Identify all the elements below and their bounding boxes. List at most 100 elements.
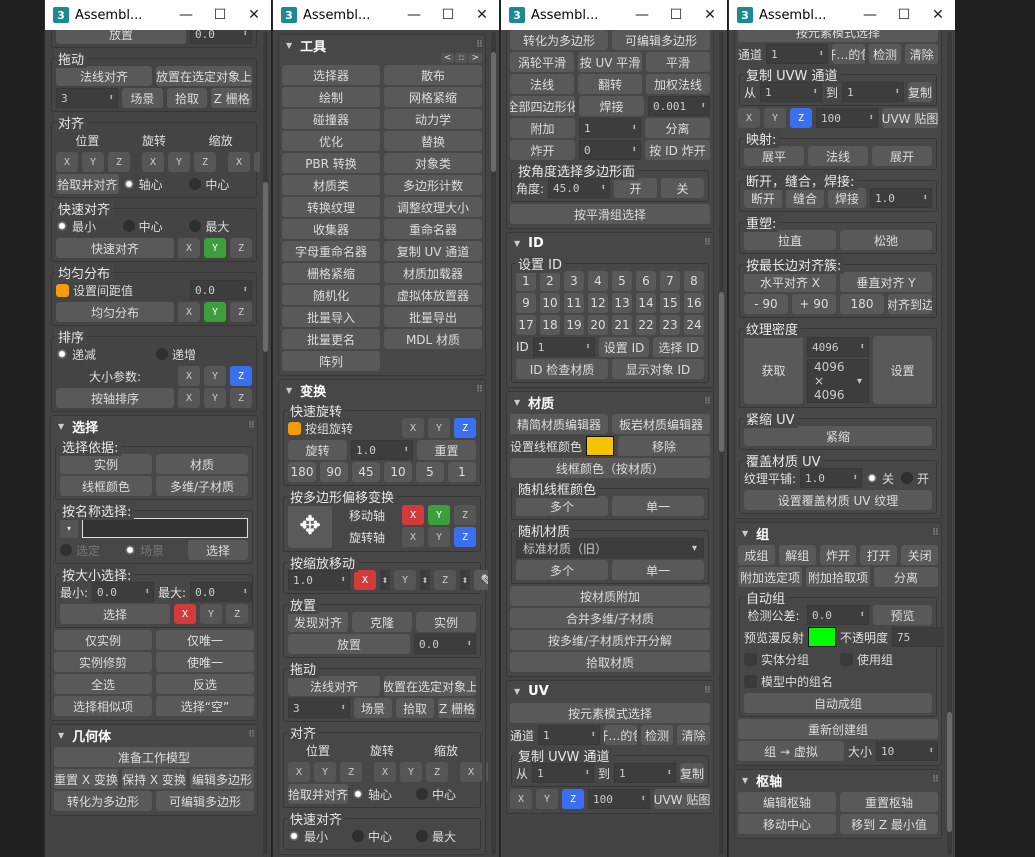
number-spinner[interactable]: 75 xyxy=(892,627,944,647)
button[interactable]: 分离 xyxy=(645,118,710,138)
button[interactable]: 选择 ID xyxy=(653,337,704,357)
button[interactable]: 1 xyxy=(516,271,536,291)
collapse-triangle-icon[interactable]: ▼ xyxy=(514,398,520,407)
move-icon[interactable]: ✥ xyxy=(288,504,332,548)
drag-grip-icon[interactable]: ⠿ xyxy=(704,686,711,696)
button[interactable]: 拉直 xyxy=(744,230,836,250)
button[interactable]: 按 ID 炸开 xyxy=(645,140,710,160)
dropdown-select[interactable]: 标准材质（旧） xyxy=(516,538,704,558)
button[interactable]: 材质加载器 xyxy=(384,263,482,283)
button[interactable]: 放置 xyxy=(288,634,410,654)
button[interactable]: 多维/子材质 xyxy=(156,476,248,496)
button[interactable]: 按多维/子材质炸开分解 xyxy=(510,630,710,650)
rollout-header[interactable]: ▼ 几何体 ⠿ xyxy=(54,725,255,745)
close-button[interactable]: ✕ xyxy=(921,7,955,23)
page-nav-button[interactable]: :: xyxy=(455,53,468,63)
scrollbar[interactable] xyxy=(947,32,952,855)
number-spinner[interactable]: 1 xyxy=(842,82,905,102)
button[interactable]: 21 xyxy=(612,315,632,335)
checkbox[interactable]: 模型中的组名 xyxy=(744,671,932,691)
button[interactable]: 组 → 虚拟 xyxy=(738,741,844,761)
button[interactable]: 焊接 xyxy=(828,188,866,208)
axis-y-toggle[interactable]: Y xyxy=(200,604,222,624)
close-button[interactable]: ✕ xyxy=(465,7,499,23)
radio-option[interactable]: 开 xyxy=(901,468,932,488)
button[interactable]: 法线对齐 xyxy=(288,676,380,696)
axis-x-toggle[interactable]: X xyxy=(354,570,376,590)
button[interactable]: 栅格紧缩 xyxy=(282,263,380,283)
collapse-triangle-icon[interactable]: ▼ xyxy=(514,239,520,248)
radio-option[interactable]: 最大 xyxy=(189,216,252,236)
button[interactable]: 20 xyxy=(588,315,608,335)
maximize-button[interactable]: ☐ xyxy=(431,7,465,23)
button[interactable]: 材质类 xyxy=(282,175,380,195)
scrollbar-thumb[interactable] xyxy=(491,52,496,172)
button[interactable]: 实例 xyxy=(416,612,476,632)
button[interactable]: 反选 xyxy=(156,674,254,694)
scrollbar-thumb[interactable] xyxy=(719,292,724,452)
axis-y-toggle[interactable]: Y xyxy=(536,789,558,809)
radio-option[interactable]: 最小 xyxy=(56,216,119,236)
number-spinner[interactable]: 10 xyxy=(876,741,938,761)
button[interactable]: 5 xyxy=(612,271,632,291)
number-spinner[interactable]: 1 xyxy=(760,82,823,102)
axis-z-toggle[interactable]: Z xyxy=(230,366,252,386)
number-spinner[interactable]: 0.0 xyxy=(190,30,252,44)
button[interactable]: 放置在选定对象上 xyxy=(156,66,252,86)
button[interactable]: 14 xyxy=(636,293,656,313)
axis-x-toggle[interactable]: X xyxy=(228,152,250,172)
number-spinner[interactable]: 0 xyxy=(579,140,641,160)
dropdown-select[interactable]: 4096 × 4096 xyxy=(807,359,869,403)
button[interactable]: 加权法线 xyxy=(646,74,710,94)
button[interactable]: 材质 xyxy=(156,454,248,474)
axis-x-toggle[interactable]: X xyxy=(178,366,200,386)
button[interactable]: 快速对齐 xyxy=(56,238,174,258)
drag-grip-icon[interactable]: ⠿ xyxy=(704,397,711,407)
button[interactable]: 3 xyxy=(564,271,584,291)
button[interactable]: 线框颜色（按材质） xyxy=(510,458,710,478)
eyedropper-icon[interactable]: ✎ xyxy=(474,570,488,590)
axis-y-toggle[interactable]: Y xyxy=(168,152,190,172)
rollout-header[interactable]: ▼ 变换 ⠿ xyxy=(282,380,483,400)
number-spinner[interactable]: 1 xyxy=(614,763,677,783)
drag-grip-icon[interactable]: ⠿ xyxy=(932,775,939,785)
rollout-header[interactable]: ▼ UV ⠿ xyxy=(510,681,711,701)
button[interactable]: 7 xyxy=(660,271,680,291)
button[interactable]: 45 xyxy=(352,462,380,482)
number-spinner[interactable]: 100 xyxy=(816,108,878,128)
button[interactable]: 开 xyxy=(614,178,658,198)
button[interactable]: 按元素模式选择 xyxy=(510,703,710,723)
collapse-triangle-icon[interactable]: ▼ xyxy=(58,731,64,740)
spinner-arrows[interactable]: ⬍ xyxy=(420,570,430,590)
number-spinner[interactable]: 100 xyxy=(588,789,650,809)
button[interactable]: 法线 xyxy=(808,146,868,166)
button[interactable]: 按轴排序 xyxy=(56,388,174,408)
button[interactable]: 使唯一 xyxy=(156,652,254,672)
button[interactable]: 解组 xyxy=(778,545,816,565)
button[interactable]: 阵列 xyxy=(282,351,380,371)
button[interactable]: 炸开 xyxy=(819,545,857,565)
axis-y-toggle[interactable]: Y xyxy=(428,505,450,525)
button[interactable]: 翻转 xyxy=(578,74,642,94)
button[interactable]: 开…的包 xyxy=(832,44,865,64)
close-button[interactable]: ✕ xyxy=(237,7,271,23)
minimize-button[interactable]: — xyxy=(397,7,431,23)
number-spinner[interactable]: 1 xyxy=(538,725,601,745)
axis-z-toggle[interactable]: Z xyxy=(230,238,252,258)
axis-z-toggle[interactable]: Z xyxy=(454,527,476,547)
button[interactable]: 转化为多边形 xyxy=(510,30,608,50)
button[interactable]: 拾取 xyxy=(396,698,434,718)
button[interactable]: 编辑枢轴 xyxy=(738,792,836,812)
button[interactable]: 断开 xyxy=(744,188,782,208)
axis-z-toggle[interactable]: Z xyxy=(108,152,130,172)
axis-y-toggle[interactable]: Y xyxy=(428,418,450,438)
button[interactable]: 重置枢轴 xyxy=(840,792,938,812)
button[interactable]: 焊接 xyxy=(579,96,644,116)
axis-z-toggle[interactable]: Z xyxy=(562,789,584,809)
button[interactable]: 检测 xyxy=(868,44,902,64)
radio-option[interactable]: 最大 xyxy=(416,826,476,846)
button[interactable]: 均匀分布 xyxy=(56,302,174,322)
axis-x-toggle[interactable]: X xyxy=(142,152,164,172)
axis-y-toggle[interactable]: Y xyxy=(204,238,226,258)
button[interactable]: 选择 xyxy=(188,540,248,560)
